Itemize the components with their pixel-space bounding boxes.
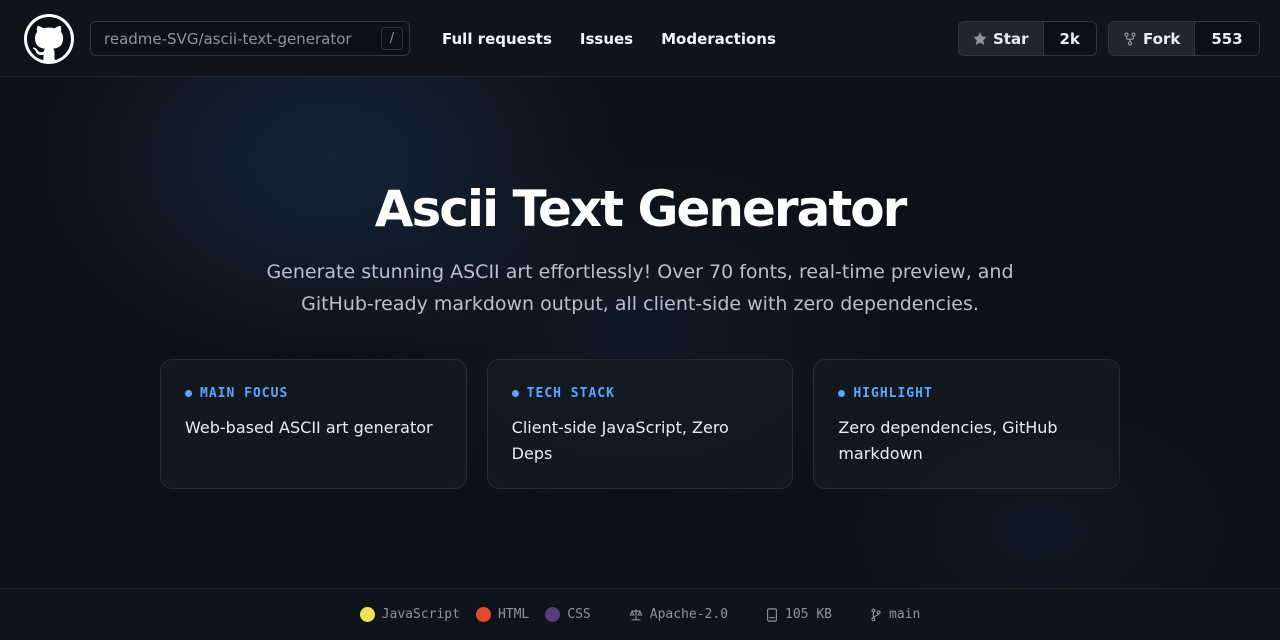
- language-css: CSS: [545, 607, 591, 622]
- size-text: 105 KB: [785, 607, 832, 622]
- star-button[interactable]: Star: [959, 22, 1044, 55]
- card-label: MAIN FOCUS: [200, 386, 289, 401]
- language-name: CSS: [567, 607, 591, 622]
- fork-count[interactable]: 553: [1195, 22, 1259, 55]
- star-count[interactable]: 2k: [1043, 22, 1096, 55]
- main-nav: Full requests Issues Moderactions: [442, 0, 776, 77]
- card-label-row: HIGHLIGHT: [838, 386, 1095, 401]
- branch-info: main: [870, 607, 920, 622]
- card-text: Zero dependencies, GitHub markdown: [838, 418, 1058, 463]
- card-text: Web-based ASCII art generator: [185, 418, 433, 437]
- license-text: Apache-2.0: [649, 607, 729, 622]
- shortcut-key-badge: /: [381, 27, 403, 50]
- bullet-dot-icon: [838, 390, 846, 397]
- fork-button-group: Fork 553: [1108, 21, 1260, 56]
- star-label: Star: [993, 29, 1029, 48]
- language-name: JavaScript: [381, 607, 460, 622]
- size-info: 105 KB: [766, 607, 832, 622]
- language-javascript: JavaScript: [359, 607, 460, 622]
- repo-path-text: readme-SVG/ascii-text-generator: [104, 29, 352, 48]
- card-label-row: MAIN FOCUS: [185, 386, 442, 401]
- license-info: Apache-2.0: [629, 607, 728, 622]
- bullet-dot-icon: [511, 390, 519, 397]
- star-icon: [973, 31, 987, 45]
- star-button-group: Star 2k: [958, 21, 1097, 56]
- language-name: HTML: [497, 607, 530, 622]
- scale-icon: [629, 608, 643, 620]
- fork-icon: [1124, 31, 1136, 46]
- branch-icon: [871, 608, 881, 621]
- language-html: HTML: [475, 607, 530, 622]
- repo-footer: JavaScript HTML CSS Apache-2.0 105 KB ma…: [0, 588, 1280, 640]
- card-label: TECH STACK: [526, 386, 615, 401]
- nav-issues[interactable]: Issues: [580, 30, 633, 48]
- fork-label: Fork: [1143, 29, 1181, 48]
- bullet-dot-icon: [185, 390, 192, 397]
- language-color-dot: [475, 607, 491, 622]
- fork-button[interactable]: Fork: [1109, 22, 1196, 55]
- background-glow: [0, 0, 1280, 640]
- feature-cards: MAIN FOCUS Web-based ASCII art generator…: [160, 359, 1121, 489]
- card-label: HIGHLIGHT: [853, 386, 933, 401]
- nav-moderactions[interactable]: Moderactions: [661, 30, 776, 48]
- repo-search-input[interactable]: readme-SVG/ascii-text-generator /: [90, 21, 410, 56]
- branch-text: main: [889, 607, 921, 622]
- repo-size-icon: [767, 607, 777, 622]
- card-main-focus: MAIN FOCUS Web-based ASCII art generator: [160, 359, 467, 489]
- language-color-dot: [359, 607, 375, 622]
- github-logo-icon[interactable]: [24, 14, 74, 64]
- language-color-dot: [545, 607, 561, 622]
- top-bar: readme-SVG/ascii-text-generator / Full r…: [0, 0, 1280, 77]
- card-text: Client-side JavaScript, Zero Deps: [511, 418, 729, 463]
- card-highlight: HIGHLIGHT Zero dependencies, GitHub mark…: [813, 359, 1121, 489]
- card-tech-stack: TECH STACK Client-side JavaScript, Zero …: [486, 359, 794, 489]
- card-label-row: TECH STACK: [511, 386, 769, 401]
- page-title: Ascii Text Generator: [374, 180, 907, 238]
- page-subtitle: Generate stunning ASCII art effortlessly…: [266, 261, 1014, 315]
- nav-full-requests[interactable]: Full requests: [442, 30, 552, 48]
